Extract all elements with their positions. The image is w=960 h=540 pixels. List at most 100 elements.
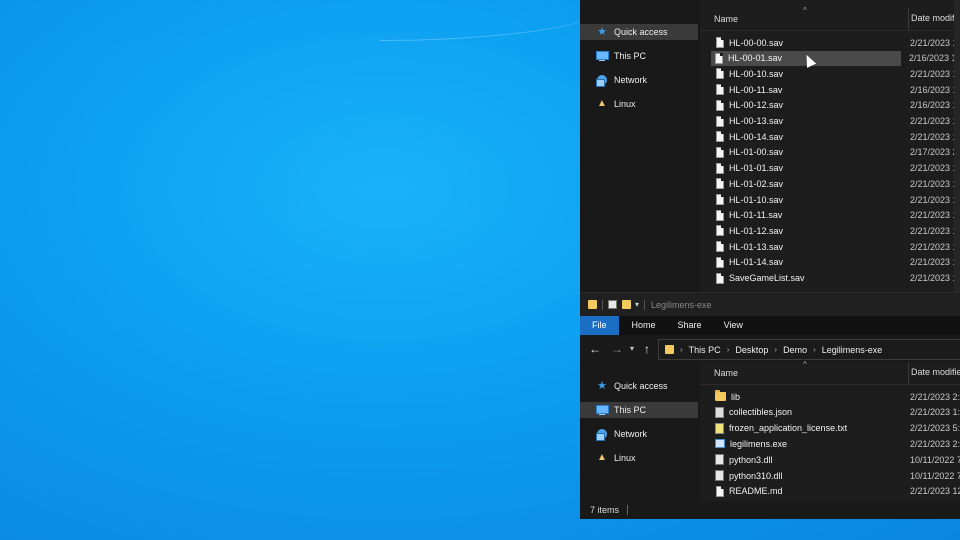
file-row[interactable]: python3.dll 10/11/2022 7 (712, 452, 960, 467)
file-date-modified: 2/21/2023 12 (910, 486, 960, 497)
file-row[interactable]: HL-00-13.sav 2/21/2023 12 (712, 114, 960, 129)
tab-share[interactable]: Share (667, 316, 713, 335)
document-icon (716, 37, 724, 48)
nav-item-this-pc[interactable]: This PC (580, 48, 698, 64)
dll-file-icon (715, 470, 724, 481)
file-date-modified: 2/16/2023 11 (910, 84, 960, 95)
file-row[interactable]: HL-01-12.sav 2/21/2023 1: (712, 223, 960, 238)
document-icon (716, 146, 724, 158)
file-row[interactable]: legilimens.exe 2/21/2023 2:0 (712, 436, 960, 451)
forward-arrow-icon[interactable]: → (608, 342, 626, 356)
file-date-modified: 2/21/2023 12 (910, 210, 960, 221)
address-bar[interactable]: › This PC › Desktop › Demo › Legilimens-… (658, 339, 960, 360)
column-header-date[interactable]: Date modifie (908, 8, 960, 30)
breadcrumb-desktop[interactable]: Desktop (735, 345, 768, 355)
breadcrumb-this-pc[interactable]: This PC (689, 345, 721, 355)
chevron-right-icon[interactable]: › (727, 345, 730, 354)
nav-item-label: Quick access (614, 381, 668, 391)
file-row[interactable]: python310.dll 10/11/2022 7 (712, 468, 960, 483)
column-header-name[interactable]: Name (714, 368, 738, 378)
file-name: lib (731, 391, 741, 402)
file-row[interactable]: HL-01-01.sav 2/21/2023 1: (712, 161, 960, 176)
star-icon: ★ (597, 26, 607, 38)
chevron-right-icon[interactable]: › (813, 345, 816, 354)
file-list-pane: ^ Name Date modifie lib 2/21/2023 2:0 coll… (700, 360, 960, 501)
folder-icon (665, 345, 674, 354)
file-row[interactable]: HL-01-11.sav 2/21/2023 12 (712, 208, 960, 223)
file-date-modified: 10/11/2022 7 (910, 454, 960, 465)
vertical-scrollbar[interactable] (954, 0, 960, 292)
file-row[interactable]: HL-00-14.sav 2/21/2023 12 (712, 129, 960, 144)
file-date-modified: 2/21/2023 12 (910, 178, 960, 189)
file-name: HL-01-13.sav (729, 241, 784, 252)
file-name: SaveGameList.sav (729, 273, 805, 283)
breadcrumb-legilimens-exe[interactable]: Legilimens-exe (822, 345, 883, 355)
file-name: python3.dll (729, 454, 773, 465)
chevron-right-icon[interactable]: › (774, 345, 777, 354)
linux-icon: ▲ (597, 452, 607, 463)
file-date-modified: 2/21/2023 12 (910, 37, 960, 48)
address-bar-row: ← → ▾ ↑ › This PC › Desktop › Demo › Leg… (580, 335, 960, 362)
chevron-down-icon[interactable]: ▾ (635, 300, 639, 309)
file-row[interactable]: lib 2/21/2023 2:0 (712, 389, 960, 404)
nav-item-network[interactable]: Network (580, 426, 698, 442)
file-row[interactable]: HL-00-11.sav 2/16/2023 11 (712, 82, 960, 97)
document-icon (716, 194, 724, 205)
tab-view[interactable]: View (713, 316, 754, 335)
document-icon (716, 68, 724, 80)
file-row[interactable]: frozen_application_license.txt 2/21/2023 … (712, 421, 960, 436)
file-name: collectibles.json (729, 407, 793, 418)
new-folder-icon[interactable] (622, 300, 631, 309)
nav-item-quick-access[interactable]: ★ Quick access (580, 378, 698, 394)
nav-item-label: Network (614, 429, 648, 439)
file-list-pane: ^ Name Date modifie HL-00-00.sav 2/21/202… (700, 0, 960, 292)
tab-file[interactable]: File (580, 316, 619, 335)
file-row[interactable]: HL-01-02.sav 2/21/2023 12 (712, 176, 960, 191)
file-row[interactable]: HL-00-00.sav 2/21/2023 12 (712, 35, 960, 50)
file-name: HL-01-11.sav (729, 210, 783, 221)
file-row[interactable]: HL-00-10.sav 2/21/2023 12 (712, 66, 960, 81)
title-bar[interactable]: ▾ Legilimens-exe (580, 293, 960, 316)
file-row[interactable]: HL-01-10.sav 2/21/2023 12 (712, 192, 960, 207)
chevron-down-icon[interactable]: ▾ (626, 344, 638, 353)
column-header-row: ^ Name Date modifie (700, 6, 960, 31)
sort-caret-icon: ^ (803, 360, 807, 369)
file-date-modified: 2/21/2023 2:0 (910, 391, 960, 402)
file-date-modified: 2/21/2023 1: (910, 273, 960, 283)
folder-icon (588, 300, 597, 309)
breadcrumb-demo[interactable]: Demo (783, 345, 807, 355)
column-header-date[interactable]: Date modifie (908, 362, 960, 384)
up-arrow-icon[interactable]: ↑ (638, 342, 656, 356)
nav-item-network[interactable]: Network (580, 72, 698, 88)
item-count: 7 items (590, 505, 620, 515)
divider (644, 299, 646, 310)
chevron-right-icon[interactable]: › (680, 345, 683, 354)
file-date-modified: 2/21/2023 1: (910, 225, 960, 236)
file-row[interactable]: SaveGameList.sav 2/21/2023 1: (712, 271, 960, 286)
file-name: legilimens.exe (730, 438, 788, 449)
column-header-name[interactable]: Name (714, 14, 738, 24)
document-icon (716, 99, 724, 111)
file-date-modified: 2/21/2023 1: (910, 241, 960, 252)
divider (627, 505, 629, 515)
properties-icon[interactable] (608, 300, 617, 309)
nav-item-linux[interactable]: ▲ Linux (580, 96, 698, 112)
back-arrow-icon[interactable]: ← (586, 342, 604, 356)
file-name: python310.dll (729, 470, 783, 481)
navigation-pane: ★ Quick access This PC Network ▲ Linux (580, 362, 700, 501)
linux-icon: ▲ (597, 98, 607, 109)
file-row[interactable]: HL-01-13.sav 2/21/2023 1: (712, 239, 960, 254)
file-name: HL-01-02.sav (729, 178, 784, 189)
nav-item-linux[interactable]: ▲ Linux (580, 450, 698, 466)
nav-item-label: Linux (614, 99, 636, 109)
file-row[interactable]: README.md 2/21/2023 12 (712, 484, 960, 499)
nav-item-quick-access[interactable]: ★ Quick access (580, 24, 698, 40)
file-row[interactable]: HL-01-14.sav 2/21/2023 12 (712, 255, 960, 270)
tab-home[interactable]: Home (621, 316, 667, 335)
document-icon (716, 256, 724, 268)
nav-item-this-pc[interactable]: This PC (580, 402, 698, 418)
sort-caret-icon: ^ (803, 6, 807, 15)
file-row[interactable]: HL-00-12.sav 2/16/2023 11 (712, 98, 960, 113)
file-row[interactable]: HL-01-00.sav 2/17/2023 2: (712, 145, 960, 160)
file-row[interactable]: collectibles.json 2/21/2023 1:4 (712, 405, 960, 420)
